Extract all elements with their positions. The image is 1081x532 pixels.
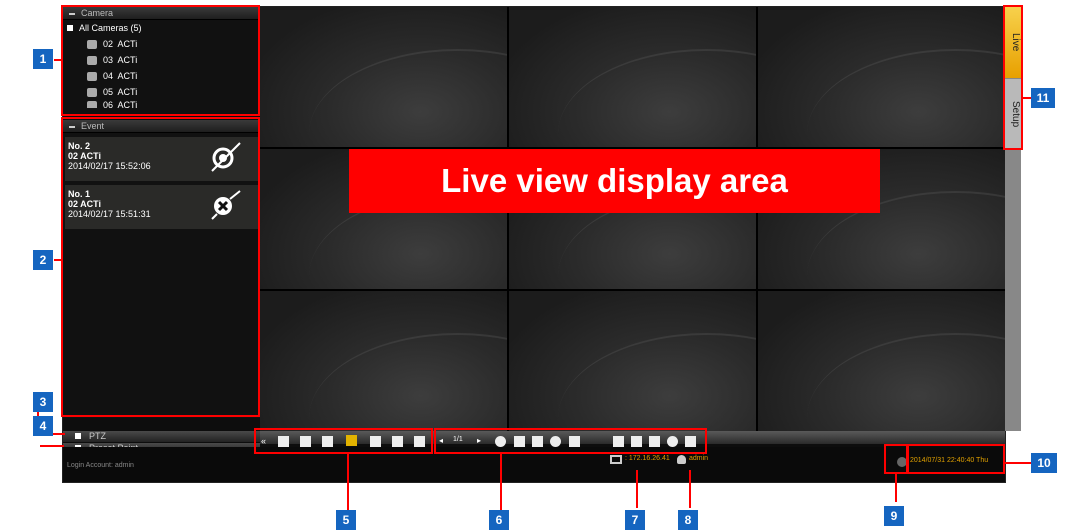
highlight-event-panel: [61, 117, 260, 417]
ptz-bar[interactable]: PTZ: [63, 431, 260, 442]
expand-icon[interactable]: [75, 433, 81, 439]
video-channel[interactable]: [758, 7, 1005, 147]
callout-badge: 1: [33, 49, 53, 69]
highlight-layout: [254, 428, 433, 454]
callout-badge: 6: [489, 510, 509, 530]
callout-badge: 10: [1031, 453, 1057, 473]
live-view-grid: [260, 7, 1005, 431]
server-address: : 172.16.26.41: [625, 455, 670, 462]
video-channel[interactable]: [509, 291, 756, 431]
server-icon: [610, 455, 622, 464]
highlight-tabs: [1003, 5, 1023, 150]
highlight-camera-panel: [61, 5, 260, 116]
callout-badge: 3: [33, 392, 53, 412]
login-account: Login Account: admin: [67, 462, 134, 469]
callout-badge: 7: [625, 510, 645, 530]
callout-badge: 9: [884, 506, 904, 526]
highlight-controls: [434, 428, 707, 454]
live-view-label: Live view display area: [349, 149, 880, 213]
callout-badge: 11: [1031, 88, 1055, 108]
user-name: admin: [689, 455, 709, 462]
callout-badge: 5: [336, 510, 356, 530]
user-icon: [677, 455, 686, 464]
video-channel[interactable]: [509, 7, 756, 147]
highlight-info: [884, 444, 908, 474]
highlight-datetime: [907, 444, 1005, 474]
video-channel[interactable]: [260, 7, 507, 147]
callout-badge: 4: [33, 416, 53, 436]
video-channel[interactable]: [260, 291, 507, 431]
callout-badge: 8: [678, 510, 698, 530]
video-channel[interactable]: [758, 291, 1005, 431]
callout-badge: 2: [33, 250, 53, 270]
